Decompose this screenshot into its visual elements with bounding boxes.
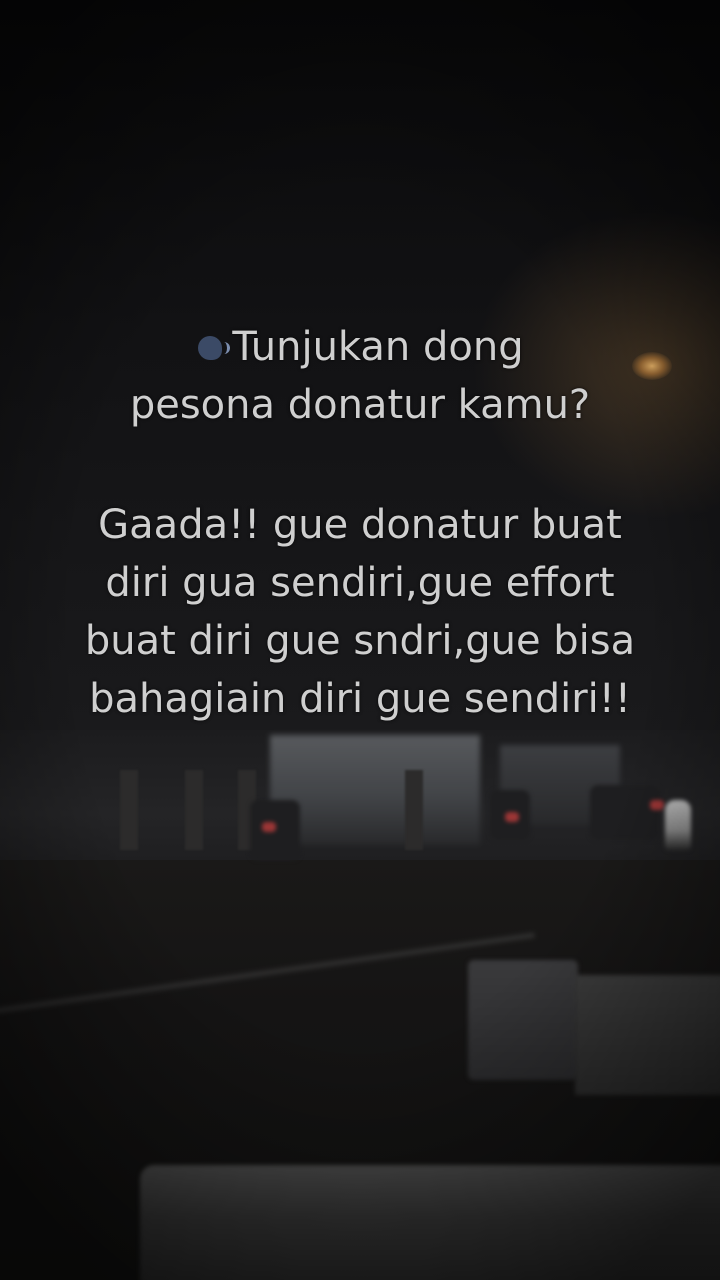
- video-frame: Tunjukan dong pesona donatur kamu? Gaada…: [0, 0, 720, 1280]
- caption-question-text-1: Tunjukan dong: [232, 324, 524, 370]
- caption-question-line-2: pesona donatur kamu?: [129, 382, 591, 428]
- caption-question-line-1: Tunjukan dong: [40, 318, 680, 376]
- caption-answer-line-4: bahagiain diri gue sendiri!!: [89, 676, 631, 722]
- caption-question: Tunjukan dong pesona donatur kamu?: [40, 318, 680, 434]
- caption-answer-line-3: buat diri gue sndri,gue bisa: [84, 618, 636, 664]
- caption-answer-line-1: Gaada!! gue donatur buat: [98, 502, 622, 548]
- caption-answer: Gaada!! gue donatur buat diri gua sendir…: [40, 496, 680, 728]
- speaking-head-icon: [196, 334, 231, 362]
- caption-answer-line-2: diri gua sendiri,gue effort: [105, 560, 615, 606]
